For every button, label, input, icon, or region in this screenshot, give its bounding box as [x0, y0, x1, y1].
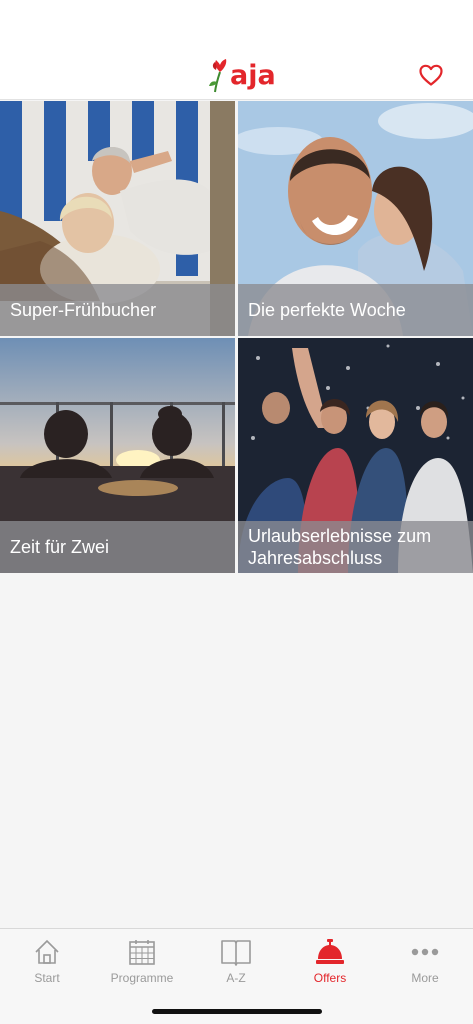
- service-bell-icon: [316, 939, 344, 964]
- calendar-icon: [129, 940, 155, 965]
- offer-tile-perfekte-woche[interactable]: Die perfekte Woche: [238, 101, 473, 336]
- tab-label: Offers: [313, 971, 347, 985]
- offer-title: Urlaubserlebnisse zum Jahresabschluss: [238, 521, 473, 573]
- heart-outline-icon: [419, 64, 443, 86]
- app-header: aja: [0, 0, 473, 100]
- offers-grid: Super-Frühbucher Die perfekte Woche Zeit…: [0, 101, 473, 573]
- tab-offers[interactable]: Offers: [283, 935, 377, 991]
- tab-more[interactable]: More: [378, 935, 472, 991]
- logo-text: aja: [230, 60, 276, 91]
- tab-a-z[interactable]: A-Z: [189, 935, 283, 991]
- tab-programme[interactable]: Programme: [95, 935, 189, 991]
- aja-logo: aja: [206, 56, 276, 96]
- more-dots-icon: [411, 948, 439, 956]
- book-icon: [221, 940, 251, 966]
- offer-title: Zeit für Zwei: [0, 521, 235, 573]
- tab-start[interactable]: Start: [0, 935, 94, 991]
- home-indicator: [152, 1009, 322, 1014]
- tab-label: More: [411, 971, 439, 985]
- offer-title: Super-Frühbucher: [0, 284, 235, 336]
- tab-label: A-Z: [226, 971, 246, 985]
- offer-tile-super-fruehbucher[interactable]: Super-Frühbucher: [0, 101, 235, 336]
- tab-label: Start: [34, 971, 60, 985]
- offer-tile-jahresabschluss[interactable]: Urlaubserlebnisse zum Jahresabschluss: [238, 338, 473, 573]
- offer-tile-zeit-fuer-zwei[interactable]: Zeit für Zwei: [0, 338, 235, 573]
- favorites-button[interactable]: [418, 63, 444, 87]
- offer-title: Die perfekte Woche: [238, 284, 473, 336]
- tab-label: Programme: [110, 971, 174, 985]
- home-icon: [35, 939, 59, 964]
